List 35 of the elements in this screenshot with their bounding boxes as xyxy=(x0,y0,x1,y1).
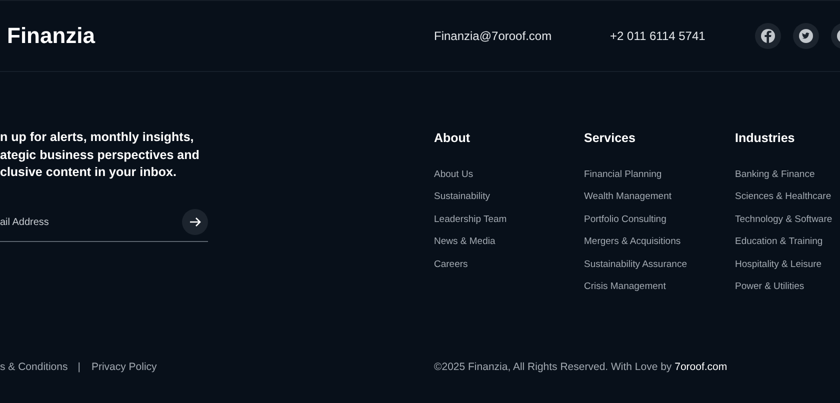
footer-link[interactable]: Mergers & Acquisitions xyxy=(584,231,735,254)
twitter-icon[interactable] xyxy=(793,23,819,49)
footer-link[interactable]: About Us xyxy=(434,164,584,186)
footer-link[interactable]: Power & Utilities xyxy=(735,276,840,298)
footer-link[interactable]: Careers xyxy=(434,254,584,276)
footer-link[interactable]: Crisis Management xyxy=(584,276,735,298)
column-heading: Industries xyxy=(735,130,796,147)
legal-link[interactable]: Privacy Policy xyxy=(91,361,157,373)
column-heading: Services xyxy=(584,130,636,147)
footer-link[interactable]: Technology & Software xyxy=(735,208,840,232)
facebook-icon[interactable] xyxy=(755,23,781,49)
copyright-text: ©2025 Finanzia, All Rights Reserved. With Love by 7oroof.com xyxy=(434,361,728,373)
email-field[interactable]: ail Address xyxy=(0,207,170,237)
footer-link[interactable]: News & Media xyxy=(434,231,584,254)
column-heading: About xyxy=(434,130,472,147)
submit-button[interactable] xyxy=(182,209,208,235)
footer-link[interactable]: Education & Training xyxy=(735,231,840,254)
footer-link[interactable]: Financial Planning xyxy=(584,164,735,186)
footer-link[interactable]: Sustainability Assurance xyxy=(584,254,735,276)
site-link[interactable]: 7oroof.com xyxy=(674,361,728,373)
footer-link[interactable]: Banking & Finance xyxy=(735,164,840,186)
email-link[interactable]: Finanzia@7oroof.com xyxy=(434,29,552,43)
footer-link[interactable]: Portfolio Consulting xyxy=(584,208,735,232)
footer-link[interactable]: Leadership Team xyxy=(434,208,584,232)
social-icon[interactable] xyxy=(831,23,840,49)
newsletter-text: n up for alerts, monthly insights, ategic business perspectives and clusive content in your inbox. xyxy=(0,129,200,181)
logo-text[interactable]: Finanzia xyxy=(0,23,96,49)
footer-link[interactable]: Hospitality & Leisure xyxy=(735,254,840,276)
separator: | xyxy=(78,361,80,373)
phone-link[interactable]: +2 011 6114 5741 xyxy=(610,29,706,43)
legal-link[interactable]: s & Conditions xyxy=(0,361,68,373)
footer-link[interactable]: Sustainability xyxy=(434,186,584,209)
footer-link[interactable]: Sciences & Healthcare xyxy=(735,186,840,209)
arrow-icon xyxy=(189,217,201,227)
footer-link[interactable]: Wealth Management xyxy=(584,186,735,209)
